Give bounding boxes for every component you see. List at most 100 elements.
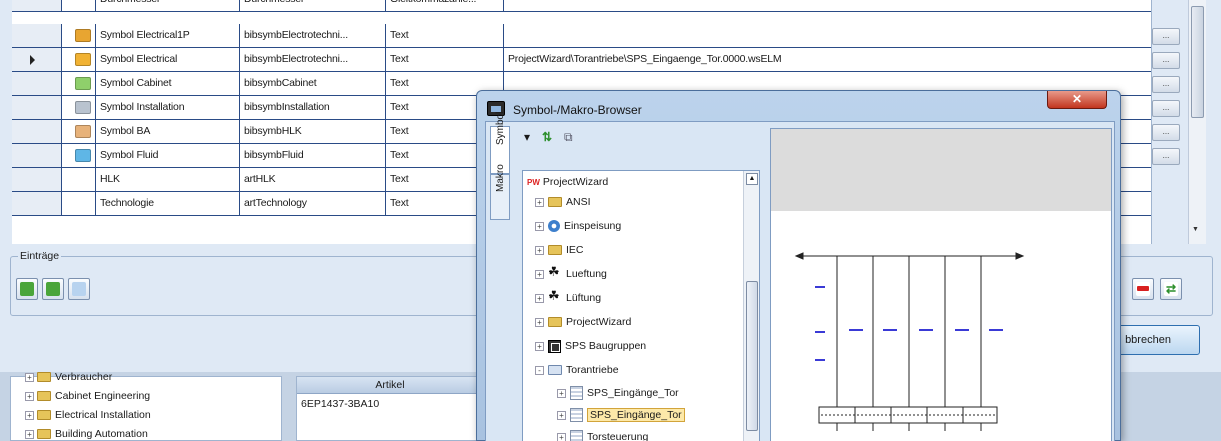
- property-key-cell[interactable]: bibsymbElectrotechni...: [240, 48, 386, 71]
- tree-item-iec[interactable]: + IEC: [535, 241, 584, 259]
- tree-child-torsteuerung[interactable]: + Torsteuerung: [557, 428, 648, 441]
- tree-child-sps-eingaenge-tor-2[interactable]: + SPS_Eingänge_Tor: [557, 406, 685, 424]
- property-value-cell[interactable]: ProjectWizard\Torantriebe\SPS_Eingaenge_…: [504, 48, 1151, 71]
- tree-item-torantriebe[interactable]: - Torantriebe: [535, 361, 619, 379]
- expand-icon[interactable]: +: [25, 391, 34, 401]
- remove-entry-button[interactable]: [1132, 278, 1154, 300]
- property-name-cell[interactable]: Symbol Fluid: [96, 144, 240, 167]
- property-name-cell[interactable]: Technologie: [96, 192, 240, 215]
- browse-button[interactable]: ...: [1152, 52, 1180, 69]
- property-type-cell[interactable]: Gleitkommazahle...: [386, 0, 504, 11]
- expand-icon[interactable]: +: [535, 317, 544, 327]
- tree-item-electrical-installation[interactable]: + Electrical Installation: [25, 406, 151, 424]
- property-name-cell[interactable]: Symbol Installation: [96, 96, 240, 119]
- expand-icon[interactable]: +: [557, 410, 566, 420]
- expand-icon[interactable]: +: [535, 341, 544, 351]
- move-up-button[interactable]: [16, 278, 38, 300]
- row-selector[interactable]: [12, 24, 62, 47]
- expand-icon[interactable]: +: [535, 197, 544, 207]
- fan-icon: [548, 289, 562, 304]
- article-panel: Artikel 6EP1437-3BA10: [296, 376, 483, 441]
- schematic-preview: [794, 252, 1025, 431]
- grid-scrollbar[interactable]: ▼: [1188, 0, 1206, 244]
- tree-child-sps-eingaenge-tor-1[interactable]: + SPS_Eingänge_Tor: [557, 384, 679, 402]
- expand-icon[interactable]: +: [535, 221, 544, 231]
- refresh-icon[interactable]: ⇅: [542, 130, 552, 144]
- row-selector[interactable]: [12, 96, 62, 119]
- browse-button[interactable]: ...: [1152, 124, 1180, 141]
- tree-item-projectwizard[interactable]: + ProjectWizard: [535, 313, 631, 331]
- tree-item-lueftung-umlaut[interactable]: +Lüftung: [535, 289, 601, 307]
- property-name-cell[interactable]: Symbol Electrical1P: [96, 24, 240, 47]
- tree-item-sps-baugruppen[interactable]: + SPS Baugruppen: [535, 337, 646, 355]
- row-selector[interactable]: [12, 0, 62, 11]
- folder-icon: [548, 317, 562, 328]
- expand-icon[interactable]: +: [25, 429, 34, 439]
- tree-item-building-automation[interactable]: + Building Automation: [25, 425, 148, 441]
- copy-icon[interactable]: ⧉: [564, 130, 573, 145]
- row-selector[interactable]: [12, 192, 62, 215]
- grid-row[interactable]: Symbol Electrical1P bibsymbElectrotechni.…: [12, 24, 1151, 48]
- collapse-icon[interactable]: -: [535, 365, 544, 375]
- grid-row[interactable]: DurchmesserDurchmesserGleitkommazahle...: [12, 0, 1151, 12]
- expand-icon[interactable]: +: [535, 269, 544, 279]
- expand-icon[interactable]: +: [25, 372, 34, 382]
- property-key-cell[interactable]: bibsymbElectrotechni...: [240, 24, 386, 47]
- move-down-button[interactable]: [42, 278, 64, 300]
- property-key-cell[interactable]: bibsymbHLK: [240, 120, 386, 143]
- property-value-cell[interactable]: [504, 24, 1151, 47]
- property-key-cell[interactable]: artHLK: [240, 168, 386, 191]
- browser-client-area: Symbol Makro ▾ ⇅ ⧉ PW ProjectWizard + ANSI…: [485, 112, 1115, 441]
- property-value-cell[interactable]: [504, 0, 1151, 11]
- tree-root-projectwizard[interactable]: PW ProjectWizard: [527, 173, 608, 191]
- row-selector[interactable]: [12, 120, 62, 143]
- row-selector[interactable]: [12, 48, 62, 71]
- property-name-cell[interactable]: Durchmesser: [96, 0, 240, 11]
- property-key-cell[interactable]: artTechnology: [240, 192, 386, 215]
- row-selector[interactable]: [12, 168, 62, 191]
- property-type-cell[interactable]: Text: [386, 24, 504, 47]
- symbol-file-icon: [570, 386, 583, 401]
- browse-button[interactable]: ...: [1152, 148, 1180, 165]
- edit-entry-button[interactable]: [68, 278, 90, 300]
- tree-item-verbraucher[interactable]: + Verbraucher: [25, 368, 112, 386]
- property-name-cell[interactable]: Symbol BA: [96, 120, 240, 143]
- tab-makro[interactable]: Makro: [490, 164, 510, 220]
- property-name-cell[interactable]: HLK: [96, 168, 240, 191]
- article-column-header[interactable]: Artikel: [297, 377, 483, 394]
- article-value[interactable]: 6EP1437-3BA10: [301, 398, 379, 410]
- refresh-entry-button[interactable]: ⇄: [1160, 278, 1182, 300]
- scroll-up-icon[interactable]: ▲: [746, 173, 758, 185]
- property-key-cell[interactable]: bibsymbFluid: [240, 144, 386, 167]
- grid-scrollbar-thumb[interactable]: [1191, 6, 1204, 118]
- property-name-cell[interactable]: Symbol Cabinet: [96, 72, 240, 95]
- browse-button[interactable]: ...: [1152, 100, 1180, 117]
- pw-icon: PW: [527, 178, 540, 187]
- row-selector[interactable]: [12, 72, 62, 95]
- property-key-cell[interactable]: bibsymbCabinet: [240, 72, 386, 95]
- tree-scrollbar[interactable]: ▲: [743, 171, 759, 441]
- scroll-down-icon[interactable]: ▼: [1192, 226, 1199, 233]
- row-selector[interactable]: [12, 144, 62, 167]
- expand-icon[interactable]: +: [25, 410, 34, 420]
- browse-button[interactable]: ...: [1152, 76, 1180, 93]
- expand-icon[interactable]: +: [557, 432, 566, 441]
- browse-button[interactable]: ...: [1152, 28, 1180, 45]
- dropdown-arrow-icon[interactable]: ▾: [524, 130, 530, 144]
- expand-icon[interactable]: +: [557, 388, 566, 398]
- expand-icon[interactable]: +: [535, 245, 544, 255]
- property-type-cell[interactable]: Text: [386, 48, 504, 71]
- tree-scrollbar-thumb[interactable]: [746, 281, 758, 431]
- folder-icon: [548, 197, 562, 208]
- tree-item-lueftung[interactable]: +Lueftung: [535, 265, 607, 283]
- grid-row[interactable]: Symbol Electrical bibsymbElectrotechni...…: [12, 48, 1151, 72]
- gear-icon: [548, 220, 560, 233]
- tree-item-einspeisung[interactable]: + Einspeisung: [535, 217, 621, 235]
- property-key-cell[interactable]: Durchmesser: [240, 0, 386, 11]
- property-name-cell[interactable]: Symbol Electrical: [96, 48, 240, 71]
- tree-item-ansi[interactable]: + ANSI: [535, 193, 591, 211]
- close-button[interactable]: ✕: [1047, 91, 1107, 109]
- expand-icon[interactable]: +: [535, 293, 544, 303]
- tree-item-cabinet-engineering[interactable]: + Cabinet Engineering: [25, 387, 150, 405]
- property-key-cell[interactable]: bibsymbInstallation: [240, 96, 386, 119]
